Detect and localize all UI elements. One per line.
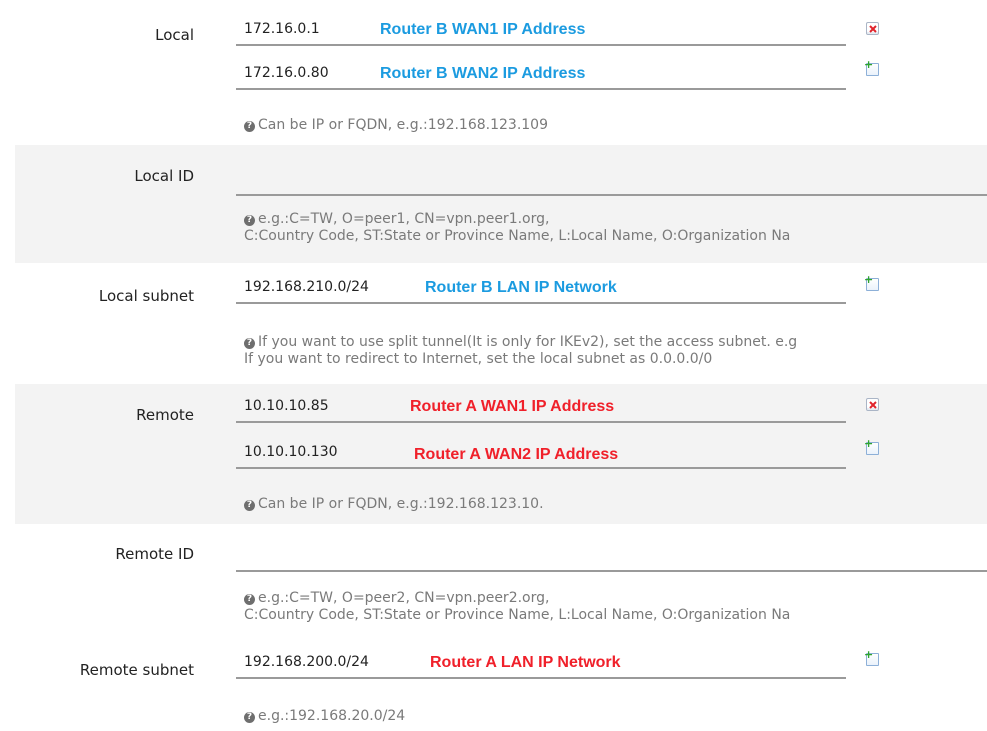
add-icon[interactable]: + [864, 438, 879, 455]
local-subnet-annotation: Router B LAN IP Network [425, 279, 617, 296]
question-icon: ? [244, 338, 255, 349]
delete-icon[interactable] [866, 22, 879, 35]
remote-id-help-line1: e.g.:C=TW, O=peer2, CN=vpn.peer2.org, [258, 590, 550, 606]
local-subnet-help: ? If you want to use split tunnel(It is o… [244, 334, 797, 368]
local-field-1[interactable]: 172.16.0.1 Router B WAN1 IP Address [236, 20, 846, 46]
question-icon: ? [244, 121, 255, 132]
add-icon[interactable]: + [864, 59, 879, 76]
question-icon: ? [244, 712, 255, 723]
add-icon[interactable]: + [864, 649, 879, 666]
local-help-text: Can be IP or FQDN, e.g.:192.168.123.109 [258, 117, 549, 133]
remote-field-1[interactable]: 10.10.10.85 Router A WAN1 IP Address [236, 397, 846, 423]
delete-icon[interactable] [866, 398, 879, 411]
remote-subnet-value: 192.168.200.0/24 [244, 654, 369, 670]
local-value-2: 172.16.0.80 [244, 65, 329, 81]
plus-icon: + [864, 437, 874, 450]
local-help: ? Can be IP or FQDN, e.g.:192.168.123.109 [244, 117, 548, 134]
remote-id-help: ? e.g.:C=TW, O=peer2, CN=vpn.peer2.org, C… [244, 590, 790, 624]
remote-value-1: 10.10.10.85 [244, 398, 329, 414]
local-id-input[interactable] [236, 170, 987, 196]
remote-annotation-2: Router A WAN2 IP Address [414, 446, 619, 463]
local-subnet-label: Local subnet [98, 287, 194, 305]
remote-subnet-help-text: e.g.:192.168.20.0/24 [258, 708, 406, 724]
local-annotation-2: Router B WAN2 IP Address [380, 65, 586, 82]
question-icon: ? [244, 215, 255, 226]
local-subnet-field[interactable]: 192.168.210.0/24 Router B LAN IP Network [236, 278, 846, 304]
plus-icon: + [864, 273, 874, 286]
remote-label: Remote [136, 406, 194, 424]
question-icon: ? [244, 500, 255, 511]
remote-annotation-1: Router A WAN1 IP Address [410, 398, 615, 415]
plus-icon: + [864, 58, 874, 71]
question-icon: ? [244, 594, 255, 605]
local-subnet-help-line1: If you want to use split tunnel(It is on… [258, 334, 798, 350]
local-id-help-line1: e.g.:C=TW, O=peer1, CN=vpn.peer1.org, [258, 211, 550, 227]
remote-subnet-label: Remote subnet [79, 661, 194, 679]
local-label: Local [155, 26, 194, 44]
local-id-help-line2: C:Country Code, ST:State or Province Nam… [244, 228, 791, 244]
local-subnet-value: 192.168.210.0/24 [244, 279, 369, 295]
remote-id-help-line2: C:Country Code, ST:State or Province Nam… [244, 607, 791, 623]
local-id-row-background [15, 145, 987, 263]
remote-field-2[interactable]: 10.10.10.130 Router A WAN2 IP Address [236, 443, 846, 469]
local-id-label: Local ID [134, 167, 194, 185]
local-annotation-1: Router B WAN1 IP Address [380, 21, 586, 38]
remote-help-text: Can be IP or FQDN, e.g.:192.168.123.10. [258, 496, 544, 512]
remote-id-input[interactable] [236, 546, 987, 572]
local-value-1: 172.16.0.1 [244, 21, 320, 37]
local-subnet-help-line2: If you want to redirect to Internet, set… [244, 351, 713, 367]
remote-subnet-help: ? e.g.:192.168.20.0/24 [244, 708, 405, 725]
remote-subnet-annotation: Router A LAN IP Network [430, 654, 621, 671]
remote-id-label: Remote ID [115, 545, 194, 563]
remote-help: ? Can be IP or FQDN, e.g.:192.168.123.10. [244, 496, 544, 513]
remote-value-2: 10.10.10.130 [244, 444, 338, 460]
local-id-help: ? e.g.:C=TW, O=peer1, CN=vpn.peer1.org, C… [244, 211, 790, 245]
plus-icon: + [864, 648, 874, 661]
remote-subnet-field[interactable]: 192.168.200.0/24 Router A LAN IP Network [236, 653, 846, 679]
add-icon[interactable]: + [864, 274, 879, 291]
local-field-2[interactable]: 172.16.0.80 Router B WAN2 IP Address [236, 64, 846, 90]
